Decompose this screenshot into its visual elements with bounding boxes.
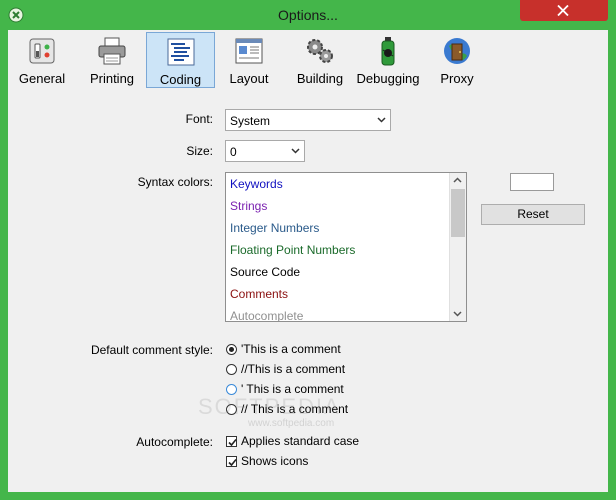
chevron-down-icon [377,117,386,123]
size-select-value: 0 [230,145,237,159]
chevron-down-icon [291,148,300,154]
size-label: Size: [186,144,213,158]
check-icon [228,458,237,467]
bug-spray-icon [381,37,395,66]
syntax-colors-label: Syntax colors: [137,175,213,189]
list-item[interactable]: Strings [230,199,267,213]
category-toolbar: General Printing Coding Layout Building … [8,30,608,92]
check-icon [228,438,237,447]
tab-printing-label: Printing [89,71,135,86]
title-bar[interactable]: Options... [0,0,616,30]
close-icon [557,5,569,16]
gears-icon [307,39,333,63]
tab-proxy-label: Proxy [440,71,474,86]
tab-printing[interactable]: Printing [80,32,144,88]
watermark: SOFTPEDIA [198,394,341,419]
printer-icon [98,37,126,65]
list-item[interactable]: Source Code [230,265,300,279]
tab-building[interactable]: Building [285,32,355,88]
size-select[interactable]: 0 [225,140,305,162]
checkbox-label: Shows icons [241,454,309,468]
color-swatch[interactable] [510,173,554,191]
close-button[interactable] [520,0,608,21]
chevron-up-icon[interactable] [453,177,462,183]
tab-layout[interactable]: Layout [219,32,279,88]
tab-proxy[interactable]: Proxy [427,32,487,88]
list-item[interactable]: Floating Point Numbers [230,243,355,257]
checkbox-label: Applies standard case [241,434,360,448]
list-item[interactable]: Keywords [230,177,283,191]
globe-door-icon [444,38,470,64]
radio-label: //This is a comment [241,362,346,376]
autocomplete-label: Autocomplete: [136,435,213,449]
tab-layout-label: Layout [229,71,269,86]
font-label: Font: [185,112,213,126]
switches-icon [29,38,55,64]
list-scrollbar[interactable] [449,173,466,321]
checkbox[interactable] [226,456,237,467]
list-item[interactable]: Autocomplete [230,309,303,321]
code-document-icon [167,38,194,66]
list-item[interactable]: Integer Numbers [230,221,319,235]
watermark-url: www.softpedia.com [248,418,335,429]
reset-button[interactable]: Reset [481,204,585,225]
layout-window-icon [235,38,263,64]
radio-button[interactable] [226,364,237,375]
tab-debugging[interactable]: Debugging [355,32,421,88]
tab-coding[interactable]: Coding [146,32,215,88]
tab-coding-label: Coding [159,72,202,87]
syntax-colors-list[interactable]: Keywords Strings Integer Numbers Floatin… [225,172,467,322]
radio-label: 'This is a comment [241,342,341,356]
font-select-value: System [230,114,271,128]
checkbox[interactable] [226,436,237,447]
font-select[interactable]: System [225,109,391,131]
scrollbar-thumb[interactable] [451,189,465,237]
tab-building-label: Building [296,71,344,86]
radio-button[interactable] [226,344,237,355]
list-item[interactable]: Comments [230,287,288,301]
comment-style-label: Default comment style: [90,343,213,357]
options-panel: General Printing Coding Layout Building … [8,30,608,492]
tab-general[interactable]: General [10,32,74,88]
tab-general-label: General [18,71,66,86]
tab-debugging-label: Debugging [356,71,420,86]
chevron-down-icon[interactable] [453,311,462,317]
options-window: Options... General Printing Coding Layou… [0,0,616,500]
